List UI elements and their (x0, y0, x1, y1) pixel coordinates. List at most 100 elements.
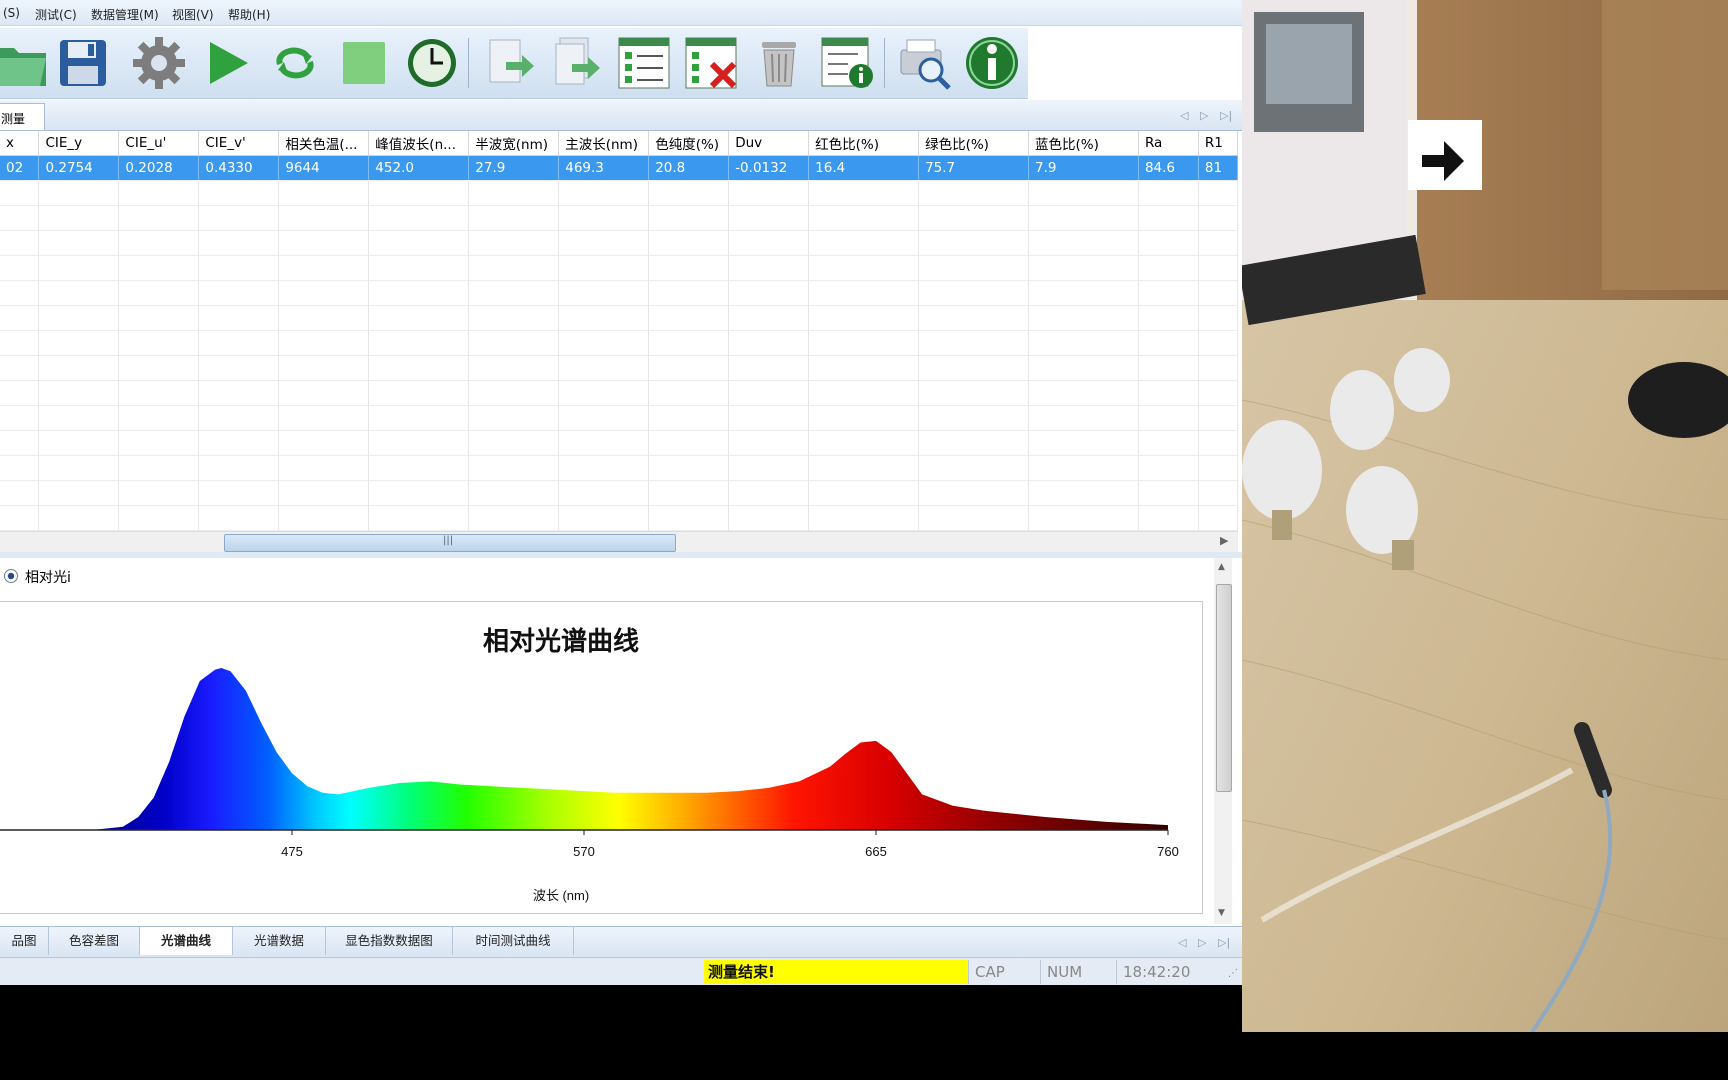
table-cell[interactable] (1138, 255, 1199, 281)
table-cell[interactable] (728, 355, 810, 381)
table-cell[interactable] (918, 380, 1030, 406)
table-cell[interactable] (1138, 230, 1199, 256)
table-cell[interactable] (1198, 380, 1239, 406)
table-cell[interactable] (468, 355, 560, 381)
table-cell[interactable]: 0.4330 (198, 155, 280, 181)
table-cell[interactable] (368, 405, 470, 431)
table-cell[interactable] (198, 355, 280, 381)
table-cell[interactable] (368, 280, 470, 306)
table-cell[interactable] (558, 455, 650, 481)
table-cell[interactable] (278, 180, 370, 206)
table-cell[interactable] (0, 480, 40, 506)
table-cell[interactable] (648, 405, 730, 431)
horizontal-scroll-thumb[interactable]: ||| (224, 534, 676, 552)
tab-spectrum-data[interactable]: 光谱数据 (233, 927, 326, 955)
table-cell[interactable] (38, 305, 120, 331)
table-cell[interactable]: 02 (0, 155, 40, 181)
column-header[interactable]: 相关色温(... (278, 131, 370, 156)
horizontal-scrollbar[interactable]: ||| ▶ (0, 531, 1238, 553)
table-cell[interactable] (1198, 255, 1239, 281)
scroll-down-arrow-icon[interactable]: ▼ (1218, 908, 1225, 918)
table-cell[interactable] (728, 455, 810, 481)
table-cell[interactable] (278, 205, 370, 231)
table-cell[interactable] (468, 405, 560, 431)
empty-table-row[interactable] (0, 505, 1239, 531)
table-cell[interactable] (198, 330, 280, 356)
table-cell[interactable] (808, 180, 920, 206)
table-cell[interactable] (918, 505, 1030, 531)
table-cell[interactable] (728, 280, 810, 306)
table-cell[interactable] (38, 455, 120, 481)
print-preview-icon[interactable] (893, 32, 955, 94)
table-cell[interactable] (728, 305, 810, 331)
table-cell[interactable] (1138, 305, 1199, 331)
table-cell[interactable]: 16.4 (808, 155, 920, 181)
table-cell[interactable] (918, 405, 1030, 431)
column-header[interactable]: 色纯度(%) (648, 131, 730, 156)
table-cell[interactable] (648, 455, 730, 481)
table-cell[interactable] (0, 255, 40, 281)
table-cell[interactable] (468, 455, 560, 481)
table-cell[interactable] (38, 355, 120, 381)
table-cell[interactable] (368, 355, 470, 381)
table-cell[interactable]: 9644 (278, 155, 370, 181)
table-cell[interactable] (648, 280, 730, 306)
menu-item-s[interactable]: (S) (3, 6, 20, 20)
table-cell[interactable] (118, 305, 200, 331)
column-header[interactable]: CIE_u' (118, 131, 200, 156)
table-cell[interactable] (808, 305, 920, 331)
table-cell[interactable] (728, 480, 810, 506)
table-cell[interactable] (1028, 230, 1139, 256)
table-cell[interactable] (38, 205, 120, 231)
tab-spectrum-curve[interactable]: 光谱曲线 (140, 927, 233, 955)
table-cell[interactable] (278, 405, 370, 431)
export-all-icon[interactable] (546, 32, 608, 94)
table-cell[interactable] (198, 230, 280, 256)
table-cell[interactable] (198, 255, 280, 281)
table-cell[interactable] (1028, 255, 1139, 281)
table-cell[interactable] (1028, 330, 1139, 356)
table-cell[interactable] (468, 430, 560, 456)
empty-table-row[interactable] (0, 280, 1239, 306)
table-cell[interactable] (1198, 505, 1239, 531)
table-cell[interactable] (1198, 330, 1239, 356)
table-cell[interactable] (118, 180, 200, 206)
empty-table-row[interactable] (0, 255, 1239, 281)
table-cell[interactable] (648, 355, 730, 381)
table-cell[interactable] (558, 255, 650, 281)
table-cell[interactable] (368, 455, 470, 481)
table-cell[interactable] (558, 480, 650, 506)
table-cell[interactable] (918, 455, 1030, 481)
table-cell[interactable] (648, 205, 730, 231)
table-cell[interactable] (38, 430, 120, 456)
table-cell[interactable]: 75.7 (918, 155, 1030, 181)
table-cell[interactable] (1028, 180, 1139, 206)
table-cell[interactable] (278, 455, 370, 481)
column-header[interactable]: Duv (728, 131, 810, 156)
table-cell[interactable] (1028, 205, 1139, 231)
table-cell[interactable] (808, 205, 920, 231)
table-cell[interactable] (278, 330, 370, 356)
table-cell[interactable] (368, 330, 470, 356)
trash-icon[interactable] (748, 32, 810, 94)
table-cell[interactable]: 452.0 (368, 155, 470, 181)
table-cell[interactable] (1198, 405, 1239, 431)
table-cell[interactable] (558, 205, 650, 231)
table-cell[interactable] (558, 430, 650, 456)
column-header[interactable]: 红色比(%) (808, 131, 920, 156)
table-cell[interactable] (1198, 205, 1239, 231)
table-cell[interactable] (38, 380, 120, 406)
table-cell[interactable] (118, 405, 200, 431)
table-cell[interactable] (468, 305, 560, 331)
table-cell[interactable] (468, 230, 560, 256)
table-cell[interactable] (808, 330, 920, 356)
table-cell[interactable] (808, 230, 920, 256)
bottom-tab-next-arrow-icon[interactable]: ▷ (1198, 936, 1206, 949)
table-cell[interactable] (558, 180, 650, 206)
table-cell[interactable] (38, 480, 120, 506)
table-cell[interactable] (198, 405, 280, 431)
table-cell[interactable] (468, 380, 560, 406)
empty-table-row[interactable] (0, 305, 1239, 331)
table-cell[interactable] (118, 355, 200, 381)
table-cell[interactable] (118, 230, 200, 256)
